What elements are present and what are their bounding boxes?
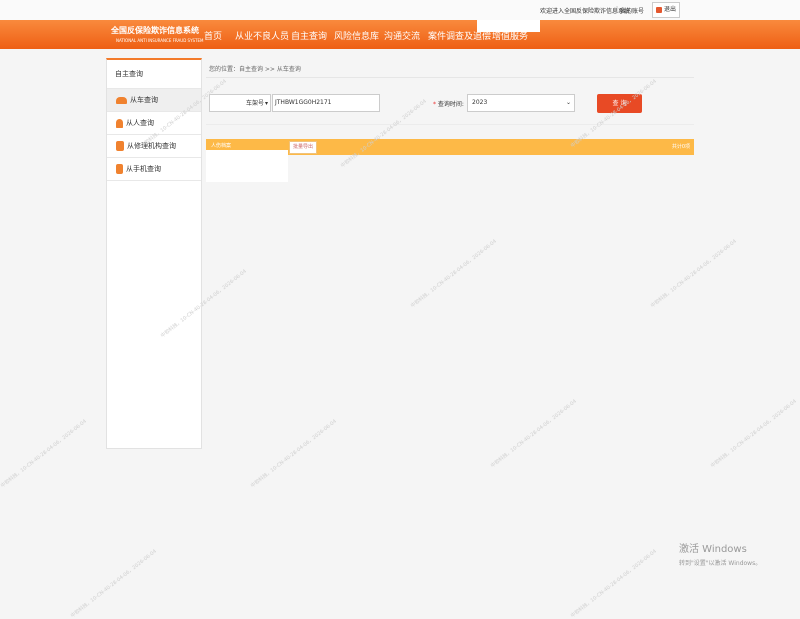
top-utility-bar: 欢迎进入全国反保险欺诈信息系统 | 我的账号 退出 xyxy=(0,0,800,20)
person-icon xyxy=(116,118,123,128)
breadcrumb-divider xyxy=(206,77,694,78)
results-count: 共计0项 xyxy=(671,144,690,150)
query-time-label: * 查询时间: xyxy=(433,99,464,108)
quit-label: 退出 xyxy=(664,6,677,13)
chevron-down-icon: ⌄ xyxy=(565,99,571,106)
vin-type-value: 车架号 xyxy=(246,100,265,107)
my-account-link[interactable]: 我的账号 xyxy=(620,6,644,15)
search-divider xyxy=(206,124,694,125)
redacted-box xyxy=(477,20,540,32)
watermark-text: 中软科技，10-CN-40-28-04-06，2026-06-04 xyxy=(0,418,88,490)
watermark-text: 中软科技，10-CN-40-28-04-06，2026-06-04 xyxy=(489,398,578,470)
repair-icon xyxy=(116,141,124,151)
sidebar-item-label: 从手机查询 xyxy=(126,165,161,173)
nav-self-query[interactable]: 自主查询 xyxy=(291,29,327,42)
batch-export-button[interactable]: 批量导出 xyxy=(289,141,318,154)
results-header-label: 人伤档案 xyxy=(211,143,232,149)
car-icon xyxy=(116,96,127,104)
nav-communication[interactable]: 沟通交流 xyxy=(384,29,420,42)
nav-bad-practitioners[interactable]: 从业不良人员 xyxy=(235,29,289,42)
watermark-text: 中软科技，10-CN-40-28-04-06，2026-06-04 xyxy=(409,238,498,310)
logo-en-text: NATIONAL ANTI INSURANCE FRAUD SYSTEM xyxy=(116,38,204,43)
topbar-separator: | xyxy=(616,6,619,13)
windows-activation-notice: 激活 Windows 转到"设置"以激活 Windows。 xyxy=(679,540,761,567)
watermark-text: 中软科技，10-CN-40-28-04-06，2026-06-04 xyxy=(709,398,798,470)
required-mark: * xyxy=(433,101,436,108)
sidebar-title: 自主查询 xyxy=(107,60,201,89)
sidebar-item-label: 从车查询 xyxy=(130,96,158,104)
activation-title: 激活 Windows xyxy=(679,544,747,555)
breadcrumb: 您的位置：自主查询 >> 从车查询 xyxy=(209,66,301,73)
sidebar-item-label: 从人查询 xyxy=(126,119,154,127)
activation-subtitle: 转到"设置"以激活 Windows。 xyxy=(679,560,762,567)
quit-icon xyxy=(656,7,662,13)
sidebar-item-phone-query[interactable]: 从手机查询 xyxy=(107,158,201,181)
chevron-down-icon: ▾ xyxy=(264,100,268,107)
watermark-text: 中软科技，10-CN-40-28-04-06，2026-06-04 xyxy=(569,548,658,619)
watermark-text: 中软科技，10-CN-40-28-04-06，2026-06-04 xyxy=(249,418,338,490)
vin-input[interactable]: JTHBW1GG0H2171 xyxy=(272,94,380,112)
phone-icon xyxy=(116,164,123,174)
logo-cn-text: 全国反保险欺诈信息系统 xyxy=(111,25,199,35)
quit-button[interactable]: 退出 xyxy=(652,2,681,18)
nav-risk-database[interactable]: 风险信息库 xyxy=(334,29,379,42)
watermark-text: 中软科技，10-CN-40-28-04-06，2026-06-04 xyxy=(69,548,158,619)
watermark-text: 中软科技，10-CN-40-28-04-06，2026-06-04 xyxy=(649,238,738,310)
nav-home[interactable]: 首页 xyxy=(204,29,222,42)
year-value: 2023 xyxy=(472,99,488,106)
redacted-result-area xyxy=(206,150,288,182)
site-logo[interactable]: 全国反保险欺诈信息系统 NATIONAL ANTI INSURANCE FRAU… xyxy=(106,21,204,49)
query-time-text: 查询时间: xyxy=(437,101,464,108)
sidebar: 自主查询 从车查询 从人查询 从修理机构查询 从手机查询 xyxy=(106,58,202,449)
year-select[interactable]: 2023 ⌄ xyxy=(467,94,575,112)
vin-type-select[interactable]: 车架号 ▾ xyxy=(209,94,271,112)
